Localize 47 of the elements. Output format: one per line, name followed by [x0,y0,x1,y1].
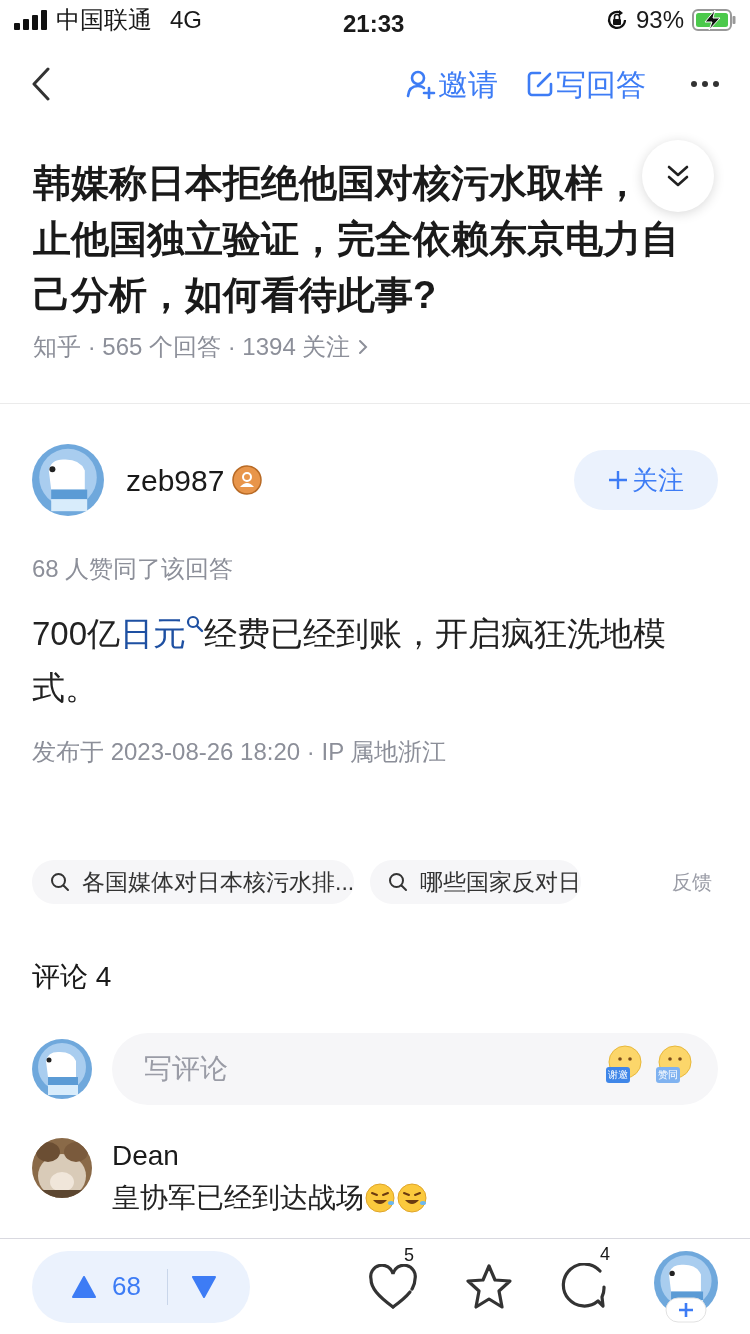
sticker-label: 赞同 [656,1067,680,1083]
question-title: 韩媒称日本拒绝他国对核污水取样， [33,161,642,206]
plus-icon [608,470,628,490]
answer-text: 700亿日元 经费已经到账，开启疯狂洗地模式。 [32,614,668,708]
comments-heading: 评论 4 [32,960,113,994]
heart-icon[interactable] [368,1263,418,1310]
related-search-chip[interactable]: 哪些国家反对日 [370,860,582,904]
triangle-up-icon [72,1275,96,1298]
comment-text: 皇协军已经到达战场 [112,1181,364,1215]
back-icon[interactable] [30,67,52,101]
laughing-face-icon [364,1182,396,1214]
write-answer-button[interactable]: 写回答 [526,61,646,107]
author-name[interactable]: zeb987 [126,457,225,503]
question-meta: 知乎 · 565 个回答 · 1394 关注 [33,332,351,362]
commenter-name[interactable]: Dean [112,1138,428,1174]
laughing-face-icon [396,1182,428,1214]
collapse-button[interactable] [642,140,714,212]
double-chevron-down-icon [666,164,690,188]
user-badge-icon [232,465,263,495]
more-icon[interactable] [690,80,720,88]
keyword-link[interactable]: 日元 [120,615,205,652]
search-icon [50,872,70,892]
question-title: 止他国独立验证，完全依赖东京电力自己分析，如何看待此事? [33,217,680,318]
edit-icon [526,70,554,98]
publish-info: 发布于 2023-08-26 18:20 · IP 属地浙江 [32,737,448,767]
invite-button[interactable]: 邀请 [406,61,498,107]
battery-percent: 93% [635,5,684,35]
triangle-down-icon [191,1275,216,1298]
add-follow-icon[interactable] [665,1296,707,1323]
search-icon [388,872,409,892]
comment-count: 4 [600,1242,610,1266]
star-icon[interactable] [464,1262,514,1311]
upvote-summary: 68 人赞同了该回答 [32,554,235,584]
related-search-chip[interactable]: 各国媒体对日本核污水排... [32,860,355,904]
carrier-name: 中国联通 [56,5,152,35]
clock-time: 21:33 [343,9,405,39]
add-user-icon [406,69,436,99]
rotation-lock-icon [605,9,628,31]
sticker-label: 谢邀 [606,1067,630,1083]
search-icon [186,615,205,633]
signal-icon [14,10,48,30]
avatar [32,444,104,516]
network-type: 4G [170,5,202,35]
like-count: 5 [404,1243,414,1267]
comment-icon[interactable] [560,1262,608,1311]
avatar [32,1039,92,1099]
chevron-right-icon[interactable] [358,339,369,355]
